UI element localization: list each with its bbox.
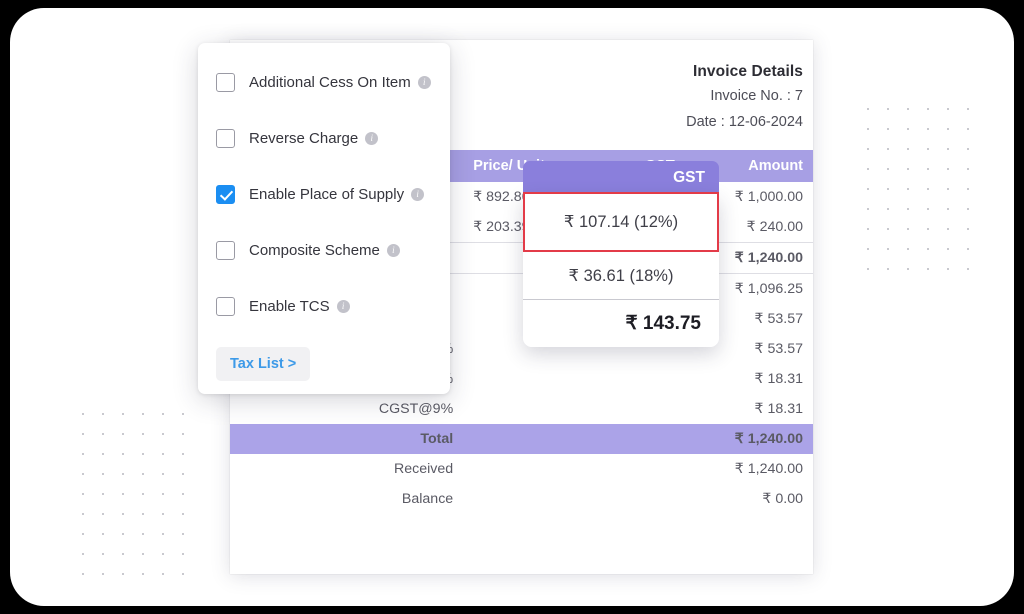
page-surface: Invoice Details Invoice No. : 7 Date : 1…	[10, 8, 1014, 606]
checkbox-enable-tcs[interactable]	[216, 297, 235, 316]
balance-row: Balance ₹ 0.00	[230, 484, 813, 514]
tax-label: CGST@9%	[378, 400, 454, 417]
received-row: Received ₹ 1,240.00	[230, 454, 813, 484]
info-icon[interactable]: i	[417, 76, 431, 89]
tax-amount: ₹ 18.31	[754, 400, 803, 417]
checkbox-additional-cess-on-item[interactable]	[216, 73, 235, 92]
total-row: Total ₹ 1,240.00	[230, 423, 813, 454]
checkbox-label: Enable Place of Supply	[249, 186, 405, 203]
checkbox-row-composite-scheme[interactable]: Composite Scheme i	[216, 233, 432, 268]
gst-option-label: ₹ 36.61 (18%)	[568, 266, 674, 285]
total-amount: ₹ 1,240.00	[684, 423, 813, 454]
checkbox-label: Composite Scheme	[249, 242, 380, 259]
tax-row: CGST@9% ₹ 18.31	[230, 394, 813, 424]
checkbox-row-enable-tcs[interactable]: Enable TCS i	[216, 289, 432, 324]
checkbox-label: Enable TCS	[249, 298, 330, 315]
gst-header-label: GST	[673, 168, 705, 186]
tax-list-button[interactable]: Tax List >	[216, 347, 311, 381]
received-spacer-1	[463, 454, 533, 484]
checkbox-row-reverse-charge[interactable]: Reverse Charge i	[216, 121, 432, 156]
received-amount: ₹ 1,240.00	[734, 460, 803, 477]
received-label: Received	[394, 460, 454, 477]
info-icon[interactable]: i	[386, 244, 400, 257]
gst-option[interactable]: ₹ 36.61 (18%)	[523, 252, 719, 299]
tax-amount: ₹ 18.31	[754, 370, 803, 387]
gst-total-row: ₹ 143.75	[523, 299, 719, 347]
checkbox-enable-place-of-supply[interactable]	[216, 185, 235, 204]
tax-spacer-2	[533, 394, 685, 424]
tax-spacer-1	[463, 364, 533, 394]
decorative-dot-grid-right	[855, 96, 973, 276]
info-icon[interactable]: i	[411, 188, 425, 201]
received-spacer-2	[533, 454, 685, 484]
checkbox-label: Additional Cess On Item	[249, 74, 411, 91]
info-icon[interactable]: i	[365, 132, 379, 145]
checkbox-row-additional-cess-on-item[interactable]: Additional Cess On Item i	[216, 65, 432, 100]
gst-option-label: ₹ 107.14 (12%)	[563, 213, 679, 231]
balance-spacer-1	[463, 484, 533, 514]
checkbox-row-enable-place-of-supply[interactable]: Enable Place of Supply i	[216, 177, 432, 212]
screenshot-frame: Invoice Details Invoice No. : 7 Date : 1…	[0, 0, 1024, 614]
checkbox-composite-scheme[interactable]	[216, 241, 235, 260]
balance-label: Balance	[401, 490, 454, 507]
balance-spacer-2	[533, 484, 685, 514]
decorative-dot-grid-left	[70, 401, 188, 581]
info-icon[interactable]: i	[336, 300, 350, 313]
gst-column-header-highlight: GST	[523, 161, 719, 194]
total-spacer-2	[533, 423, 685, 454]
gst-dropdown-popup[interactable]: ₹ 107.14 (12%) ₹ 36.61 (18%) ₹ 143.75	[523, 192, 719, 347]
total-spacer-1	[463, 423, 534, 454]
checkbox-label: Reverse Charge	[249, 130, 359, 147]
gst-option-selected[interactable]: ₹ 107.14 (12%)	[523, 192, 719, 252]
gst-total-amount: ₹ 143.75	[625, 313, 701, 334]
checkbox-reverse-charge[interactable]	[216, 129, 235, 148]
tax-settings-panel: Additional Cess On Item i Reverse Charge…	[198, 43, 450, 394]
tax-spacer-2	[533, 364, 685, 394]
total-label: Total	[230, 423, 464, 454]
balance-amount: ₹ 0.00	[762, 490, 803, 507]
tax-spacer-1	[463, 394, 533, 424]
